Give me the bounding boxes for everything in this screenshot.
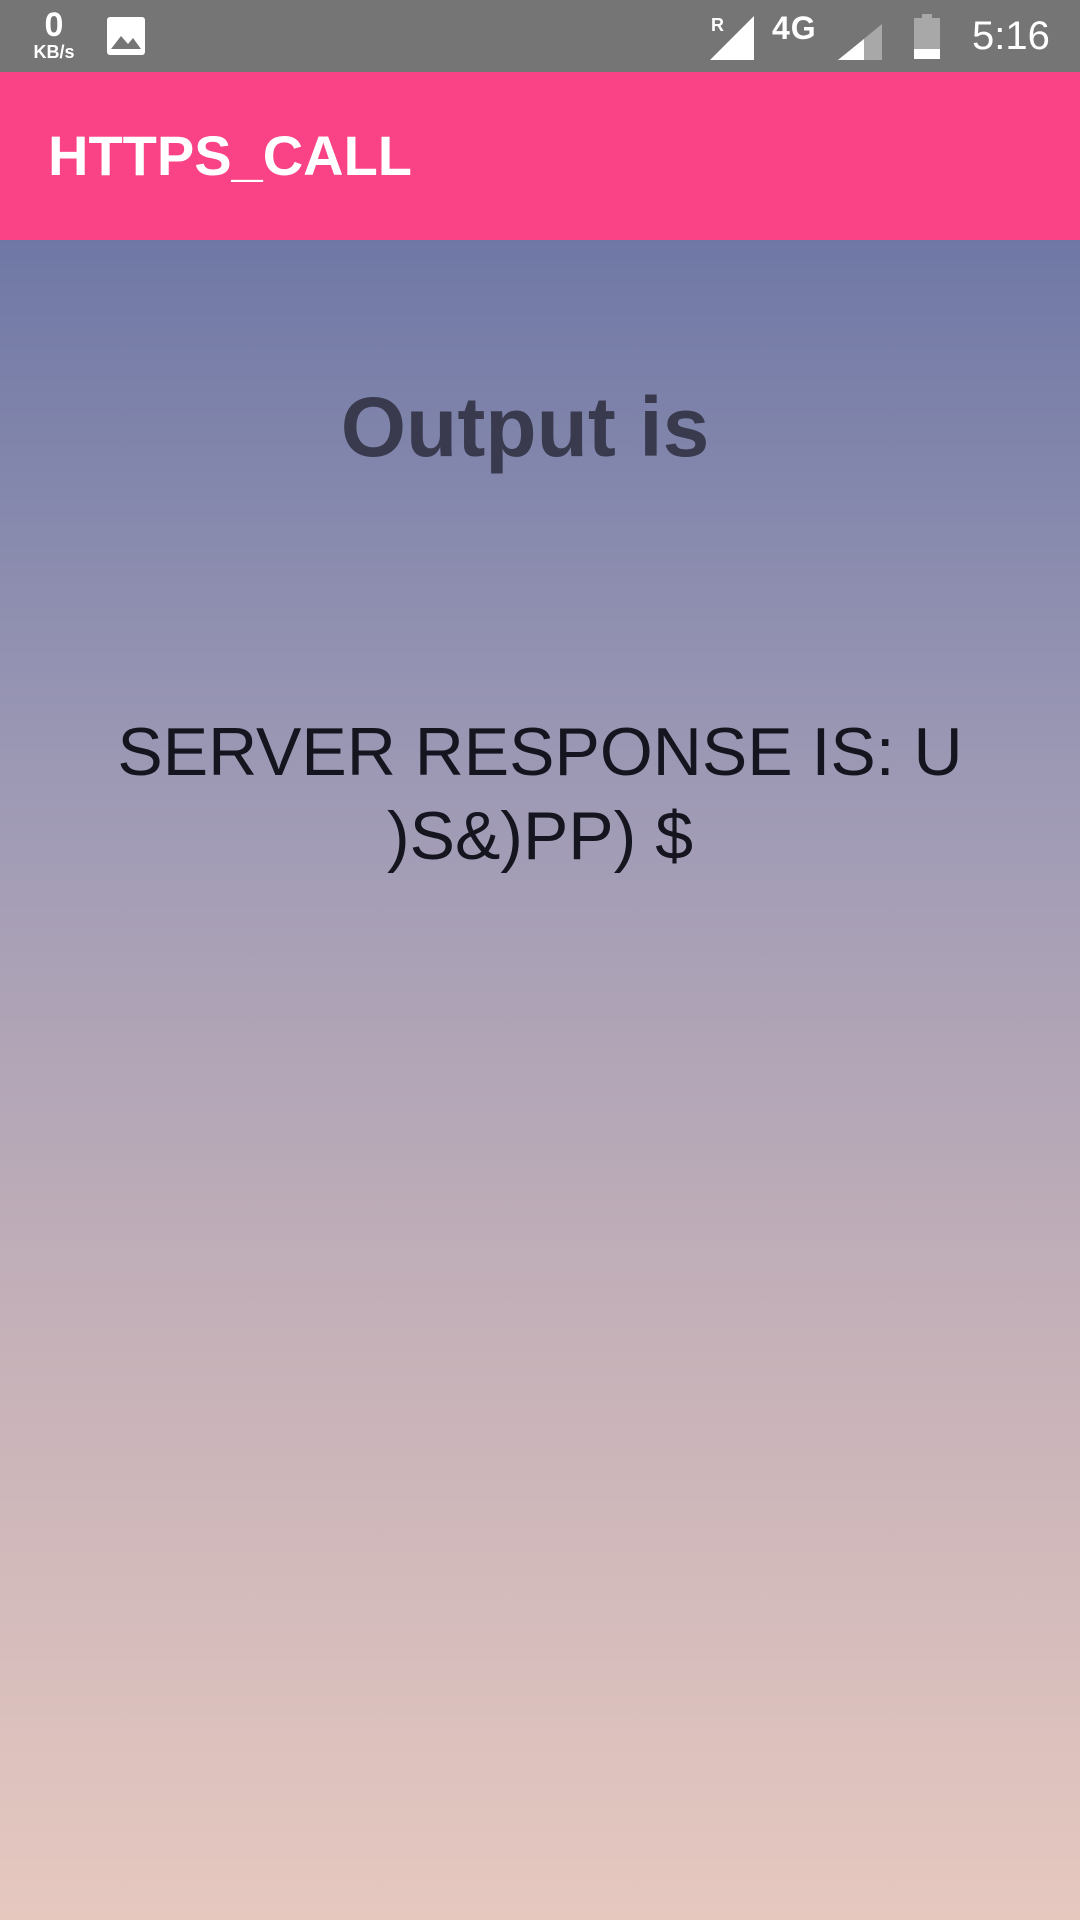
network-speed-value: 0 — [44, 6, 64, 44]
server-response-text: SERVER RESPONSE IS: U )S&)PP) $ — [117, 714, 963, 874]
status-clock: 5:16 — [972, 14, 1050, 58]
network-speed-unit: KB/s — [33, 42, 75, 62]
roaming-label: R — [711, 15, 724, 35]
roaming-signal-icon: R — [710, 15, 754, 60]
app-bar: HTTPS_CALL — [0, 72, 1080, 240]
output-label: Output is — [340, 380, 710, 474]
main-content: Output is SERVER RESPONSE IS: U )S&)PP) … — [0, 240, 1080, 1920]
network-type: 4G — [772, 10, 817, 46]
signal-icon — [838, 24, 882, 60]
battery-icon — [914, 14, 940, 59]
network-speed-indicator: 0 KB/s — [26, 8, 82, 61]
app-title: HTTPS_CALL — [48, 124, 412, 187]
gallery-icon — [107, 17, 145, 55]
status-bar: 0 KB/s R 4G 5:16 — [0, 0, 1080, 72]
